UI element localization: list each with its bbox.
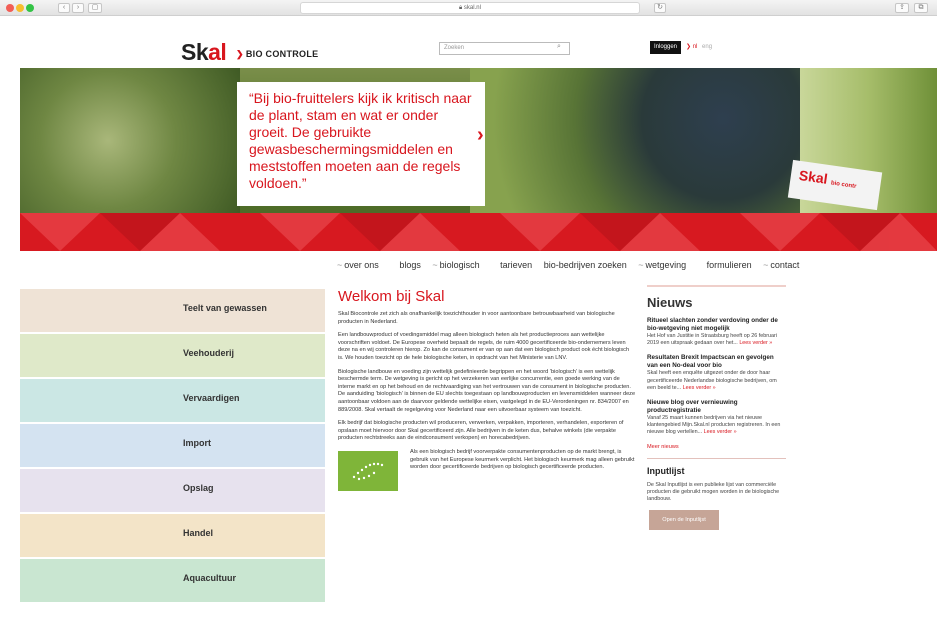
inputlijst-title: Inputlijst <box>647 465 685 476</box>
share-icon[interactable]: ⇪ <box>895 3 909 13</box>
sector-menu: Teelt van gewassen Veehouderij Vervaardi… <box>20 289 325 604</box>
search-icon[interactable]: ⌕ <box>557 43 561 51</box>
news-title: Nieuws <box>647 295 693 310</box>
welcome-paragraph: Elk bedrijf dat biologische producten wi… <box>338 420 624 442</box>
news-sidebar: Nieuws Ritueel slachten zonder verdoving… <box>647 285 786 531</box>
hero-photo-left <box>20 68 240 213</box>
triangle-pattern <box>20 213 937 251</box>
eu-logo-text: Als een biologisch bedrijf voorverpakte … <box>410 448 635 471</box>
news-item-title[interactable]: Ritueel slachten zonder verdoving onder … <box>647 317 786 333</box>
eu-organic-logo <box>338 450 398 491</box>
tabs-icon[interactable]: ⧉ <box>914 3 928 13</box>
inputlijst-divider <box>647 457 786 459</box>
inputlijst-description: De Skal Inputlijst is een publieke lijst… <box>647 481 780 503</box>
red-pattern-band <box>20 213 937 251</box>
eu-leaf-icon <box>352 462 384 481</box>
logo-tagline: ❯ BIO CONTROLE <box>236 49 319 59</box>
lang-nl-link[interactable]: nl <box>693 44 698 50</box>
lang-eng-link[interactable]: eng <box>702 44 712 50</box>
nav-biologisch[interactable]: ~ biologisch <box>432 260 488 270</box>
language-switch: ❯ nl eng <box>686 43 712 50</box>
main-navigation: ~ over ons blogs ~ biologisch tarieven bio… <box>337 260 817 272</box>
zoom-window-button[interactable] <box>26 4 34 12</box>
read-more-link[interactable]: Lees verder » <box>683 385 716 391</box>
welcome-paragraph: Biologische landbouw en voeding zijn wet… <box>338 368 636 413</box>
minimize-window-button[interactable] <box>16 4 24 12</box>
lock-icon: 🔒︎ <box>459 5 463 11</box>
login-button[interactable]: Inloggen <box>650 41 681 54</box>
search-input[interactable]: Zoeken <box>439 42 570 55</box>
welcome-intro: Skal Biocontrole zet zich als onafhankel… <box>338 311 615 325</box>
hero-quote-box[interactable]: “Bij bio-fruittelers kijk ik kritisch na… <box>237 82 485 206</box>
read-more-link[interactable]: Lees verder » <box>739 340 772 346</box>
sector-veehouderij[interactable]: Veehouderij <box>20 334 325 377</box>
reload-icon[interactable]: ↻ <box>654 3 666 13</box>
news-divider <box>647 285 786 287</box>
forward-button[interactable]: › <box>72 3 84 13</box>
skal-logo[interactable]: Skal <box>181 39 227 66</box>
more-news-link[interactable]: Meer nieuws <box>647 444 786 450</box>
hero-quote: “Bij bio-fruittelers kijk ik kritisch na… <box>249 90 472 191</box>
news-item-title[interactable]: Resultaten Brexit Impactscan en gevolgen… <box>647 354 786 370</box>
news-item-title[interactable]: Nieuwe blog over vernieuwing productregi… <box>647 399 786 415</box>
sector-teelt-van-gewassen[interactable]: Teelt van gewassen <box>20 289 325 332</box>
news-item: Ritueel slachten zonder verdoving onder … <box>647 317 786 347</box>
welcome-title: Welkom bij Skal <box>338 288 445 305</box>
read-more-link[interactable]: Lees verder » <box>704 429 737 435</box>
chevron-right-icon: ❯ <box>236 49 244 59</box>
chevron-right-icon: ❯ <box>686 44 692 50</box>
nav-tarieven[interactable]: tarieven <box>500 260 532 270</box>
back-button[interactable]: ‹ <box>58 3 70 13</box>
nav-formulieren[interactable]: formulieren <box>707 260 752 270</box>
close-window-button[interactable] <box>6 4 14 12</box>
nav-blogs[interactable]: blogs <box>399 260 421 270</box>
news-item: Resultaten Brexit Impactscan en gevolgen… <box>647 354 786 392</box>
sector-handel[interactable]: Handel <box>20 514 325 557</box>
welcome-section: Welkom bij Skal Skal Biocontrole zet zic… <box>338 288 636 497</box>
sector-aquacultuur[interactable]: Aquacultuur <box>20 559 325 602</box>
sector-vervaardigen[interactable]: Vervaardigen <box>20 379 325 422</box>
open-inputlijst-button[interactable]: Open de Inputlijst <box>649 510 719 531</box>
browser-toolbar: ‹ › ▢ ≡ 🔒︎ skal.nl ↻ ⇪ ⧉ <box>0 0 937 16</box>
nav-wetgeving[interactable]: ~ wetgeving <box>638 260 695 270</box>
nav-over-ons[interactable]: ~ over ons <box>337 260 388 270</box>
nav-bio-bedrijven-zoeken[interactable]: bio-bedrijven zoeken <box>544 260 627 270</box>
sector-opslag[interactable]: Opslag <box>20 469 325 512</box>
nav-contact[interactable]: ~ contact <box>763 260 808 270</box>
eu-organic-section: Als een biologisch bedrijf voorverpakte … <box>338 449 636 497</box>
news-item: Nieuwe blog over vernieuwing productregi… <box>647 399 786 437</box>
chevron-right-icon[interactable]: › <box>477 124 484 147</box>
address-bar[interactable]: 🔒︎ skal.nl <box>300 2 640 14</box>
sector-import[interactable]: Import <box>20 424 325 467</box>
address-text: skal.nl <box>463 5 481 11</box>
welcome-paragraph: Een landbouwproduct of voedingsmiddel ma… <box>338 332 630 361</box>
sidebar-toggle-icon[interactable]: ▢ <box>88 3 102 13</box>
site-header: Skal ❯ BIO CONTROLE Zoeken ⌕ Inloggen ❯ n… <box>0 16 937 68</box>
